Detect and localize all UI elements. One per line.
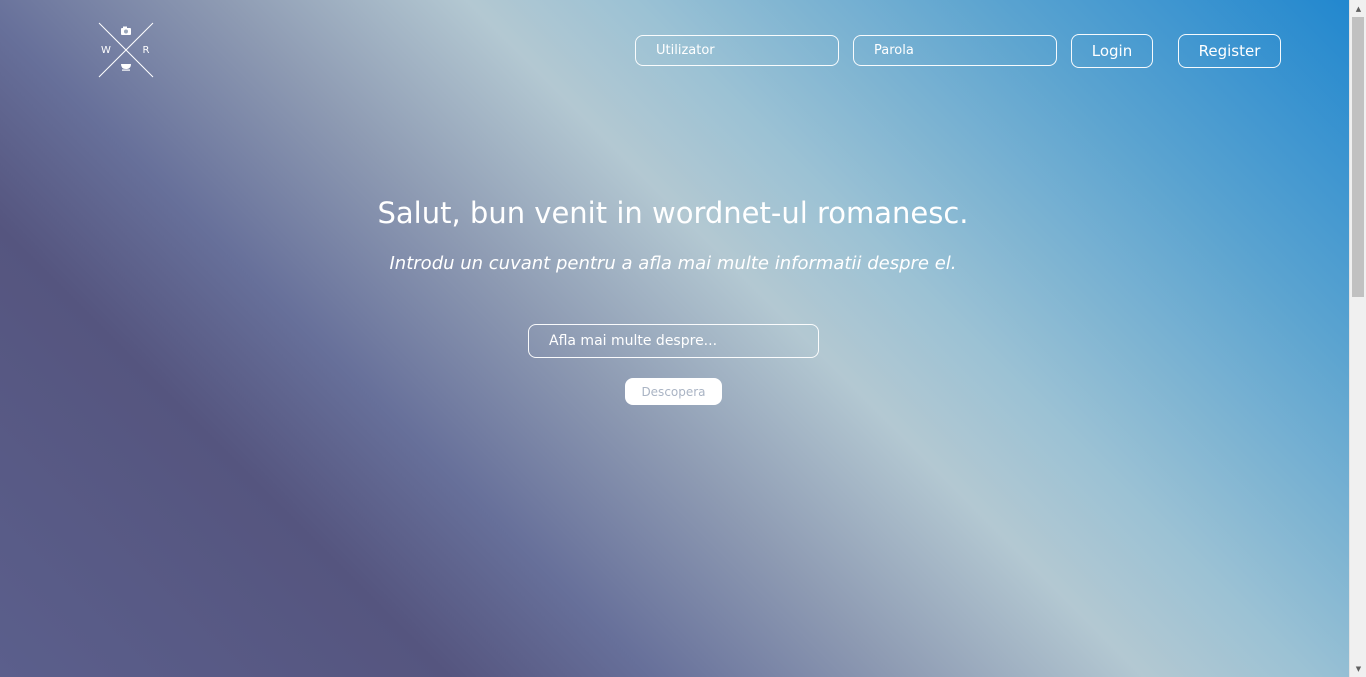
site-logo[interactable]: W R	[98, 22, 154, 78]
hero-title: Salut, bun venit in wordnet-ul romanesc.	[377, 196, 969, 230]
scroll-up-arrow-icon[interactable]: ▲	[1350, 0, 1366, 17]
vertical-scrollbar[interactable]: ▲ ▼	[1349, 0, 1366, 677]
camera-icon	[121, 26, 131, 35]
hero-subtitle: Introdu un cuvant pentru a afla mai mult…	[389, 253, 957, 274]
password-input[interactable]	[853, 35, 1057, 66]
login-button[interactable]: Login	[1071, 34, 1153, 68]
username-input[interactable]	[635, 35, 839, 66]
page: W R Login Register Salut, bun venit in w…	[0, 0, 1366, 677]
cup-icon	[121, 64, 131, 71]
register-button[interactable]: Register	[1178, 34, 1281, 68]
discover-button[interactable]: Descopera	[625, 378, 722, 405]
scroll-down-arrow-icon[interactable]: ▼	[1350, 660, 1366, 677]
logo-letter-w: W	[101, 45, 111, 56]
scrollbar-thumb[interactable]	[1352, 17, 1364, 297]
search-input[interactable]	[528, 324, 819, 358]
logo-letter-r: R	[143, 45, 150, 56]
